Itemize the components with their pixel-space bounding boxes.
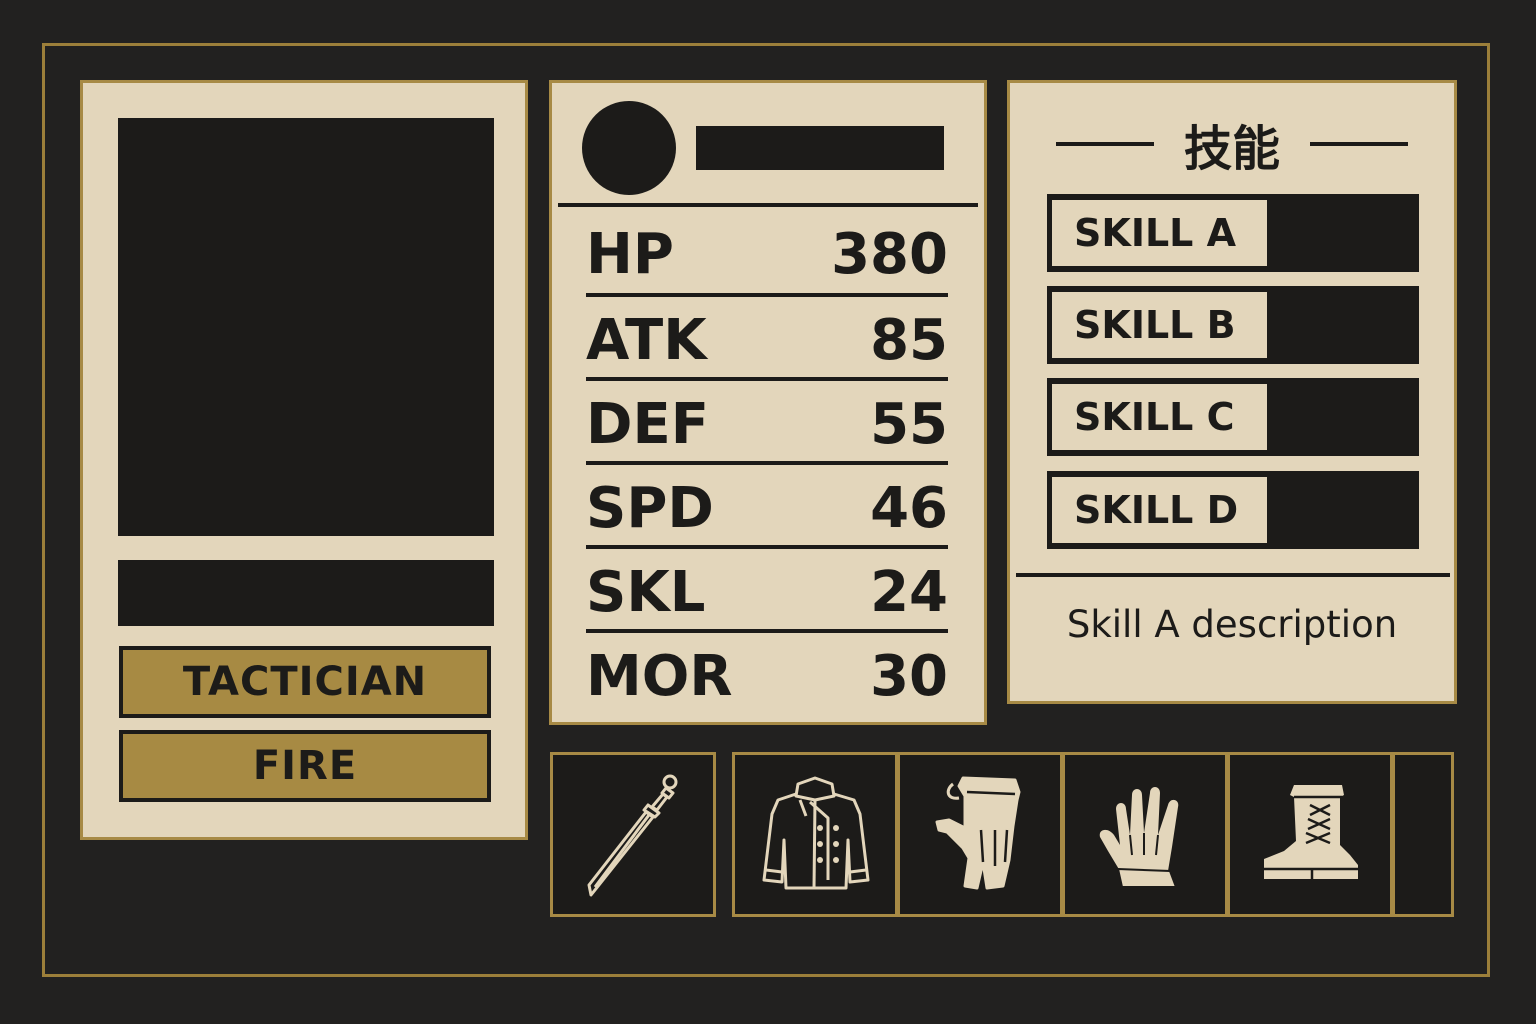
sword-icon — [587, 774, 678, 896]
stat-divider — [586, 629, 948, 633]
stat-divider — [586, 377, 948, 381]
character-portrait-panel: TACTICIAN FIRE — [80, 80, 528, 840]
skills-divider — [1016, 573, 1450, 577]
character-name-bar — [118, 560, 494, 626]
stat-divider — [586, 545, 948, 549]
stat-value: 55 — [870, 391, 948, 457]
character-title-bar — [696, 126, 944, 170]
class-tag: TACTICIAN — [119, 646, 491, 718]
element-tag: FIRE — [119, 730, 491, 802]
stat-label: ATK — [586, 307, 707, 373]
accessory-slot-1[interactable] — [897, 752, 1063, 917]
skill-label: SKILL C — [1052, 384, 1267, 450]
skill-label: SKILL A — [1052, 200, 1267, 266]
stat-divider — [586, 461, 948, 465]
stat-row-mor: MOR 30 — [586, 635, 948, 717]
skill-slot-b[interactable]: SKILL B — [1047, 286, 1419, 364]
skill-label: SKILL D — [1052, 477, 1267, 543]
stat-divider — [586, 293, 948, 297]
armor-slot[interactable] — [732, 752, 898, 917]
stat-value: 380 — [831, 221, 948, 287]
stats-panel: HP 380 ATK 85 DEF 55 SPD 46 SKL 24 MOR 3… — [549, 80, 987, 725]
stats-divider — [558, 203, 978, 207]
header-dash-left — [1055, 142, 1154, 146]
skills-header: 技能 — [1046, 119, 1418, 177]
skills-panel: 技能 SKILL A SKILL B SKILL C SKILL D Skill… — [1007, 80, 1457, 704]
stat-row-hp: HP 380 — [586, 213, 948, 295]
stat-label: SKL — [586, 559, 706, 625]
boots-slot[interactable] — [1227, 752, 1393, 917]
stat-label: HP — [586, 221, 674, 287]
skill-slot-a[interactable]: SKILL A — [1047, 194, 1419, 272]
stat-label: MOR — [586, 643, 733, 709]
stat-label: SPD — [586, 475, 714, 541]
skill-slot-c[interactable]: SKILL C — [1047, 378, 1419, 456]
stat-value: 30 — [870, 643, 948, 709]
avatar — [582, 101, 676, 195]
stat-value: 85 — [870, 307, 948, 373]
boot-icon — [1264, 784, 1358, 879]
skills-title: 技能 — [1183, 121, 1280, 177]
skill-label: SKILL B — [1052, 292, 1267, 358]
stat-label: DEF — [586, 391, 709, 457]
jacket-icon — [762, 776, 870, 889]
character-portrait — [118, 118, 494, 536]
glove-icon — [1099, 786, 1179, 888]
stat-row-def: DEF 55 — [586, 383, 948, 465]
gauntlet-icon — [935, 776, 1021, 889]
stat-row-atk: ATK 85 — [586, 299, 948, 381]
extra-slot[interactable] — [1392, 752, 1454, 917]
weapon-slot[interactable] — [550, 752, 716, 917]
stat-value: 46 — [870, 475, 948, 541]
stat-row-spd: SPD 46 — [586, 467, 948, 549]
skill-description: Skill A description — [1066, 603, 1398, 646]
stat-row-skl: SKL 24 — [586, 551, 948, 633]
stat-value: 24 — [870, 559, 948, 625]
header-dash-right — [1310, 142, 1408, 146]
accessory-slot-2[interactable] — [1062, 752, 1228, 917]
skill-slot-d[interactable]: SKILL D — [1047, 471, 1419, 549]
